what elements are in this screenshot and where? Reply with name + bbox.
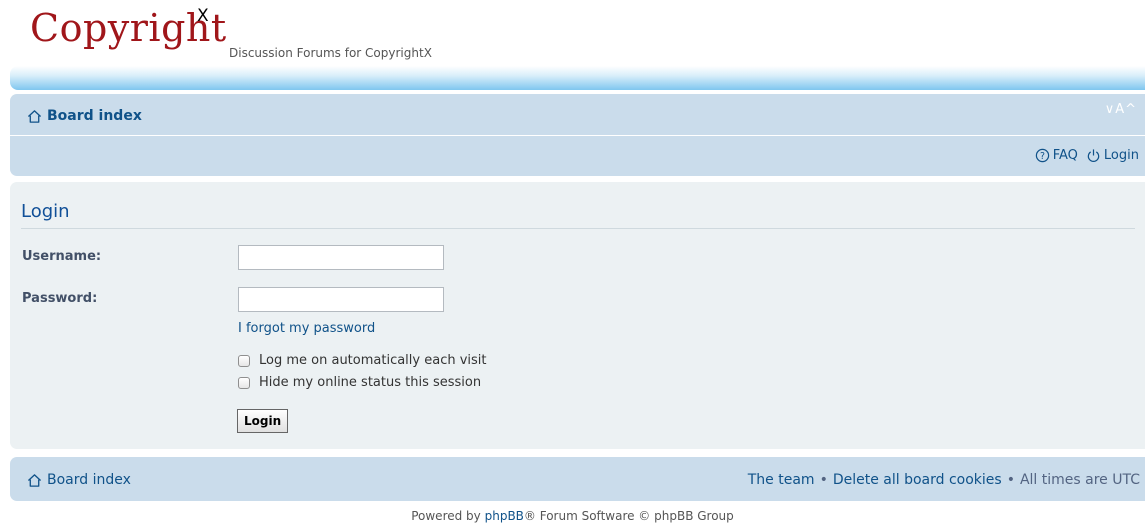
hide-status-checkbox[interactable] (238, 376, 250, 389)
login-link[interactable]: Login (1086, 148, 1139, 163)
breadcrumb-board-index-label: Board index (47, 108, 142, 124)
power-icon (1087, 149, 1100, 163)
phpbb-link[interactable]: phpBB (485, 509, 524, 523)
faq-icon: ? (1035, 148, 1049, 163)
login-link-label: Login (1103, 148, 1139, 163)
username-label: Username: (22, 249, 102, 264)
hide-status-row[interactable]: Hide my online status this session (238, 375, 481, 390)
footer-separator: • (1006, 472, 1015, 488)
login-submit-button[interactable]: Login (237, 409, 289, 433)
header-gradient-bar (10, 66, 1145, 90)
autologin-row[interactable]: Log me on automatically each visit (238, 353, 487, 368)
font-size-control[interactable]: ∨A^ (1105, 102, 1137, 117)
navbar-links: ? FAQ Login (1027, 148, 1139, 163)
navbar-top-row: Board index ∨A^ (10, 94, 1145, 136)
autologin-label: Log me on automatically each visit (259, 353, 487, 368)
hide-status-label: Hide my online status this session (259, 375, 482, 390)
footer-links: The team • Delete all board cookies • Al… (748, 472, 1140, 488)
breadcrumb-board-index[interactable]: Board index (27, 108, 142, 124)
faq-link[interactable]: ? FAQ (1035, 148, 1078, 163)
delete-cookies-link[interactable]: Delete all board cookies (833, 472, 1002, 488)
site-tagline: Discussion Forums for CopyrightX (229, 46, 432, 60)
footer-separator: • (819, 472, 828, 488)
username-input[interactable] (238, 245, 444, 270)
powered-by: Powered by phpBB® Forum Software © phpBB… (0, 509, 1145, 523)
navbar: Board index ∨A^ ? FAQ Login (10, 94, 1145, 176)
svg-text:?: ? (1040, 151, 1045, 162)
password-label: Password: (22, 291, 98, 306)
site-logo-superscript: X (197, 6, 209, 26)
home-icon (27, 473, 42, 487)
timezone-text: All times are UTC (1019, 472, 1140, 488)
password-input[interactable] (238, 287, 444, 312)
login-panel: Login Username: Password: I forgot my pa… (10, 182, 1145, 449)
login-title-divider (21, 228, 1135, 229)
home-icon (27, 109, 42, 123)
powered-by-suffix: ® Forum Software © phpBB Group (523, 509, 734, 523)
footer-board-index-label: Board index (47, 472, 131, 488)
forgot-password-link[interactable]: I forgot my password (238, 321, 375, 336)
powered-by-prefix: Powered by (411, 509, 481, 523)
footer-board-index[interactable]: Board index (27, 472, 131, 488)
team-link[interactable]: The team (748, 472, 815, 488)
login-title: Login (21, 201, 70, 222)
autologin-checkbox[interactable] (238, 354, 250, 367)
site-header: Copyright X Discussion Forums for Copyri… (0, 0, 1145, 92)
faq-label: FAQ (1052, 148, 1078, 163)
footer-navbar: Board index The team • Delete all board … (10, 457, 1145, 501)
